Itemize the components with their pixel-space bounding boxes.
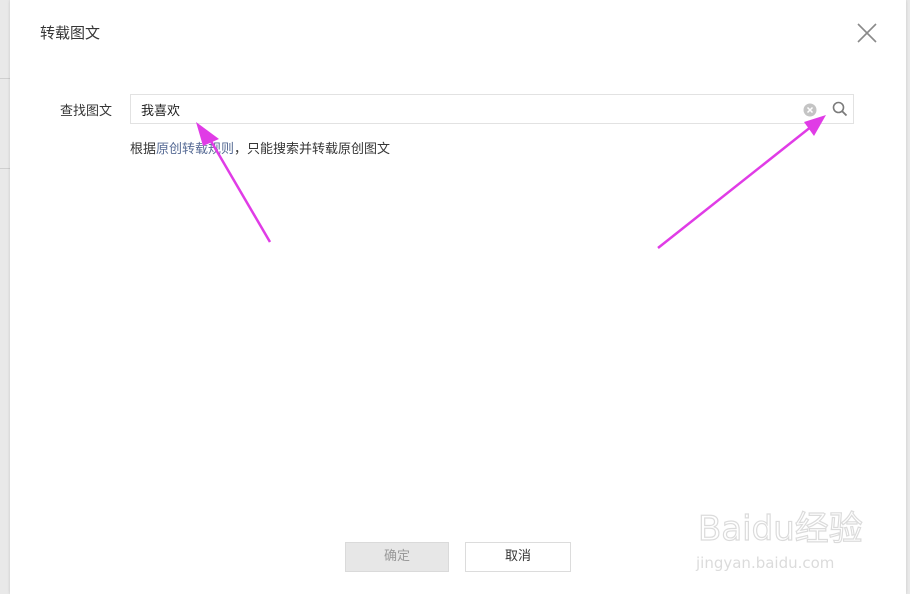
search-icon xyxy=(832,101,848,117)
clear-button[interactable] xyxy=(803,102,817,117)
repost-rules-link[interactable]: 原创转载规则 xyxy=(156,142,234,157)
close-icon xyxy=(857,23,877,43)
hint-suffix: ，只能搜索并转载原创图文 xyxy=(234,142,391,157)
search-box xyxy=(130,94,854,124)
backdrop-divider xyxy=(0,168,10,169)
search-button[interactable] xyxy=(831,100,849,118)
repost-dialog: 转载图文 查找图文 根据原创转载规则，只能搜索并转载原创图文 确定 取消 xyxy=(10,0,906,594)
cancel-button[interactable]: 取消 xyxy=(465,542,571,572)
clear-circle-icon xyxy=(803,103,817,117)
hint-prefix: 根据 xyxy=(130,142,157,157)
search-field-label: 查找图文 xyxy=(60,104,113,119)
dialog-title: 转载图文 xyxy=(40,24,101,42)
search-input[interactable] xyxy=(131,95,811,123)
backdrop-divider xyxy=(0,78,10,79)
search-hint: 根据原创转载规则，只能搜索并转载原创图文 xyxy=(130,138,390,157)
close-button[interactable] xyxy=(856,22,878,44)
confirm-button[interactable]: 确定 xyxy=(345,542,449,572)
